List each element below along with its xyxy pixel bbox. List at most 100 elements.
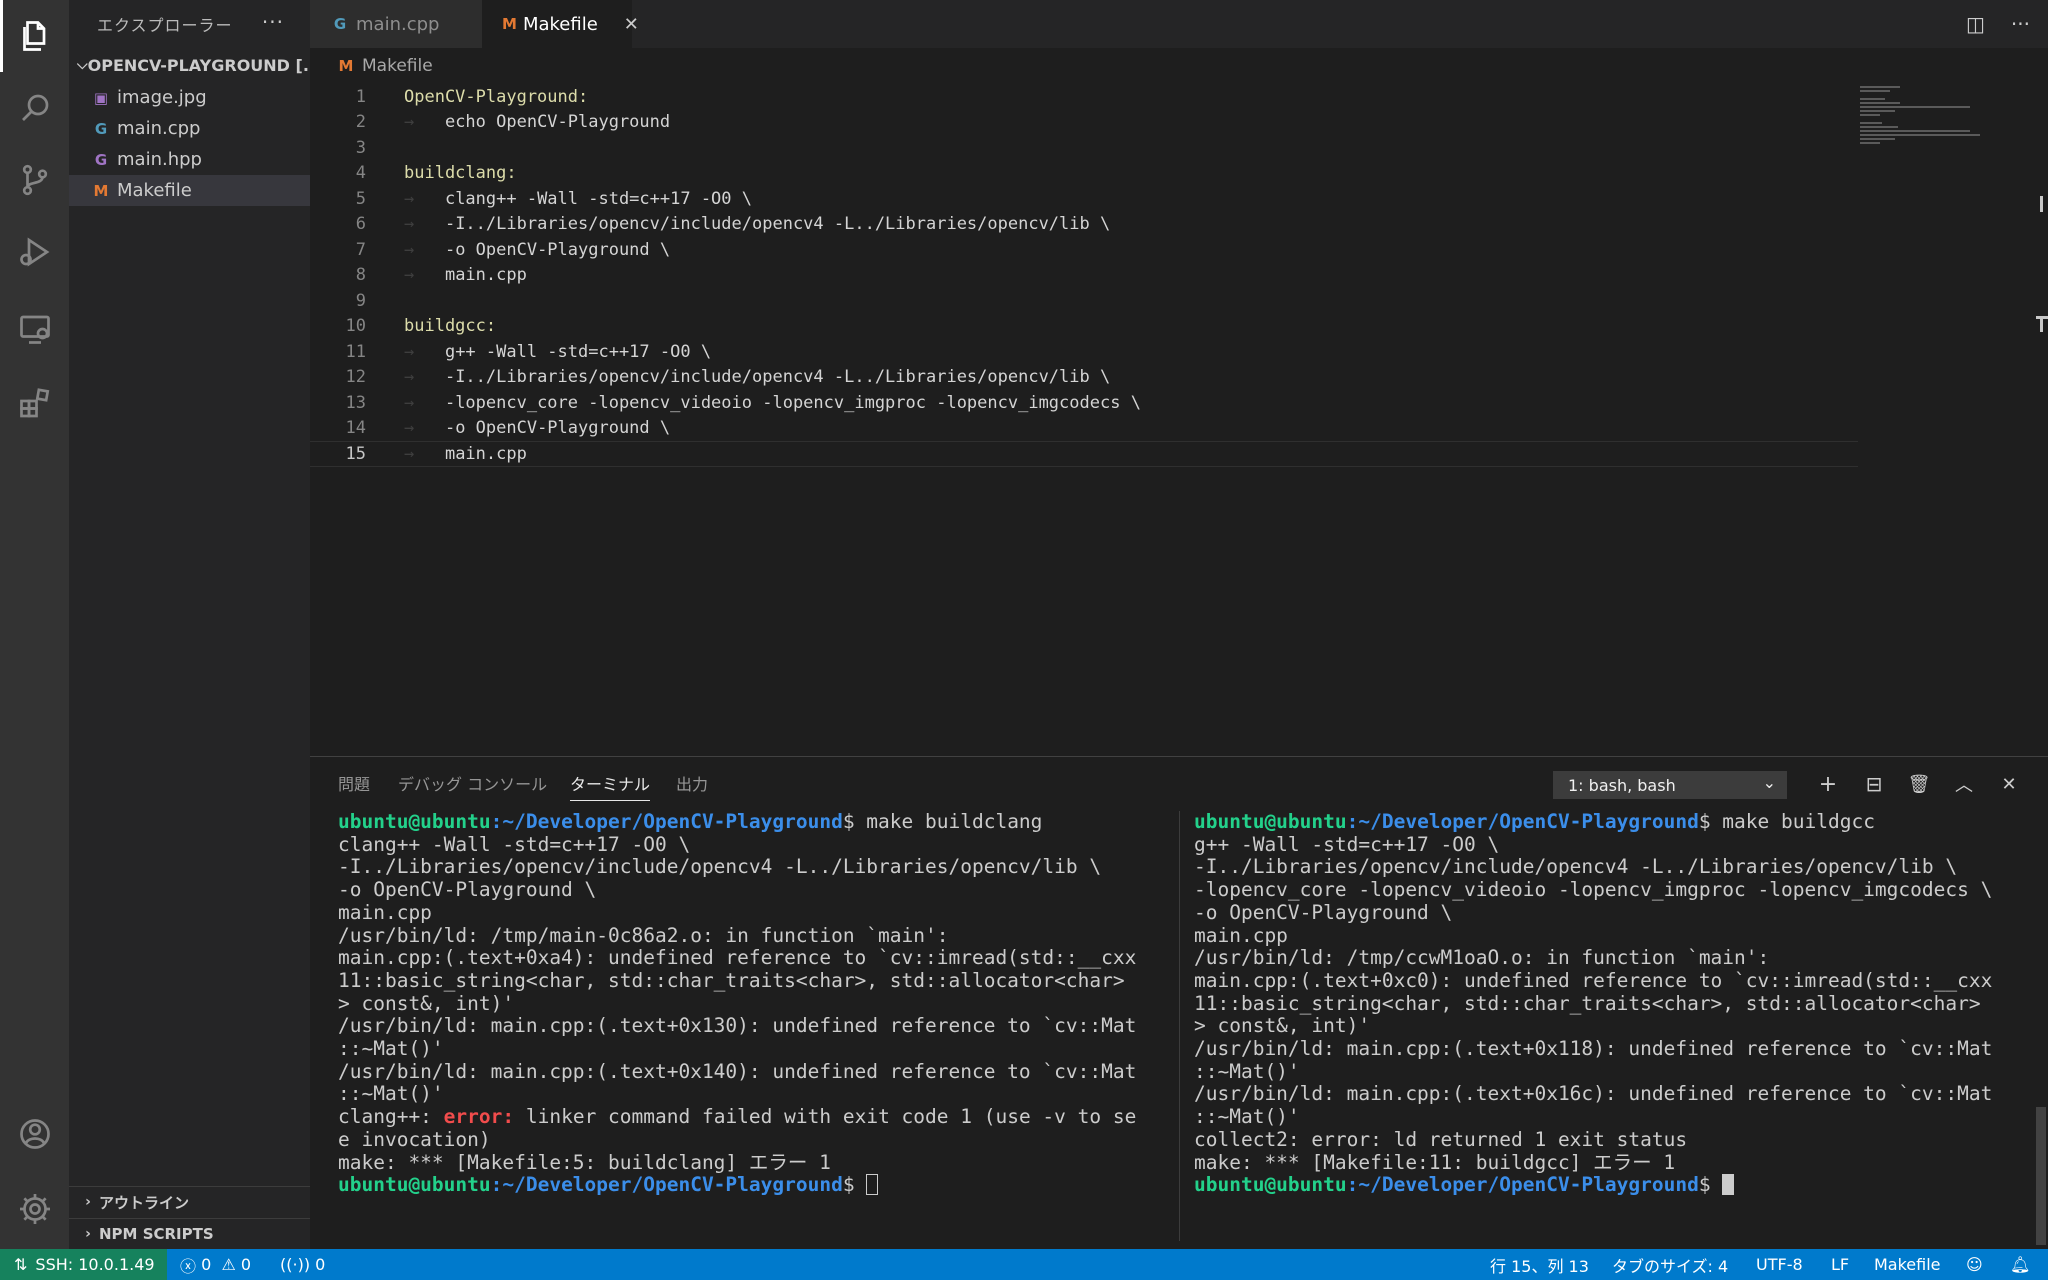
code-line[interactable]: 11 → g++ -Wall -std=c++17 -O0 \ (310, 339, 1858, 365)
error-prefix: clang++: (338, 1105, 444, 1129)
search-icon[interactable] (0, 72, 69, 144)
feedback-icon[interactable]: ☺ (1966, 1249, 1983, 1280)
code-line[interactable]: 6 → -I../Libraries/opencv/include/opencv4… (310, 212, 1858, 238)
cursor-position[interactable]: 行 15、列 13 (1490, 1249, 1589, 1280)
maximize-panel-button[interactable]: ︿ (1949, 769, 1979, 799)
chevron-down-icon: ⌵ (77, 57, 88, 73)
make-error-line: make: *** [Makefile:5: buildclang] エラー 1 (338, 1150, 831, 1174)
npm-scripts-section[interactable]: › NPM SCRIPTS (69, 1218, 310, 1249)
code-line[interactable]: 13 → -lopencv_core -lopencv_videoio -lope… (310, 390, 1858, 416)
error-message-cont: e invocation) (338, 1127, 491, 1151)
more-actions-icon[interactable]: ··· (2011, 12, 2030, 36)
encoding-status[interactable]: UTF-8 (1756, 1249, 1803, 1280)
code-line[interactable]: 2 → echo OpenCV-Playground (310, 110, 1858, 136)
line-number: 7 (355, 239, 366, 260)
close-panel-button[interactable]: ✕ (1994, 769, 2024, 799)
code-line[interactable]: 9 (310, 288, 1858, 314)
terminal-select[interactable]: 1: bash, bash ⌄ (1553, 771, 1787, 799)
add-terminal-button[interactable]: + (1813, 769, 1843, 799)
ports-status[interactable]: ((·)) 0 (280, 1249, 325, 1280)
run-debug-icon[interactable] (0, 216, 69, 288)
accounts-icon[interactable] (0, 1098, 69, 1170)
code-line[interactable]: 14 → -o OpenCV-Playground \ (310, 416, 1858, 442)
tab-debug-console[interactable]: デバッグ コンソール (398, 757, 547, 809)
eol-status[interactable]: LF (1831, 1249, 1849, 1280)
bottom-panel: 問題 デバッグ コンソール ターミナル 出力 1: bash, bash ⌄ +… (310, 756, 2048, 1249)
tab-makefile[interactable]: M Makefile ✕ (482, 0, 639, 48)
terminal-select-value: 1: bash, bash (1568, 775, 1676, 795)
remote-icon: ⇅ (14, 1255, 28, 1274)
line-number: 13 (345, 392, 366, 413)
more-actions-icon[interactable]: ··· (262, 10, 284, 34)
explorer-icon[interactable] (0, 0, 69, 72)
split-terminal-button[interactable]: ⊟ (1859, 769, 1889, 799)
remote-explorer-icon[interactable] (0, 293, 69, 365)
tab-terminal[interactable]: ターミナル (570, 757, 651, 809)
gear-icon[interactable] (0, 1173, 69, 1245)
code-line[interactable]: 4 buildclang: (310, 161, 1858, 187)
tab-problems[interactable]: 問題 (338, 757, 370, 809)
terminal-right[interactable]: ubuntu@ubuntu:~/Developer/OpenCV-Playgro… (1194, 811, 2030, 1241)
cpp-file-icon: G (94, 119, 108, 138)
editor-scrollbar[interactable] (2034, 84, 2048, 756)
warning-icon: ⚠ (221, 1255, 236, 1274)
extensions-icon[interactable] (0, 368, 69, 440)
source-control-icon[interactable] (0, 144, 69, 216)
code-text: → -o OpenCV-Playground \ (404, 239, 671, 260)
prompt-user: ubuntu@ubuntu (338, 1173, 491, 1197)
chevron-right-icon: › (85, 1194, 91, 1210)
problems-status[interactable]: ⓧ 0 ⚠ 0 (180, 1249, 251, 1280)
file-item-image[interactable]: ▣ image.jpg (69, 82, 310, 113)
minimap[interactable] (1860, 84, 2040, 144)
prompt-path: :~/Developer/OpenCV-Playground (1346, 1173, 1699, 1197)
code-line[interactable]: 15 → main.cpp (310, 441, 1858, 467)
code-editor[interactable]: 1 OpenCV-Playground: 2 → echo OpenCV-Playgr… (310, 84, 2048, 756)
terminal-left[interactable]: ubuntu@ubuntu:~/Developer/OpenCV-Playgro… (338, 811, 1176, 1241)
remote-indicator[interactable]: ⇅ SSH: 10.0.1.49 (0, 1249, 167, 1280)
makefile-icon: M (502, 15, 517, 33)
code-line[interactable]: 1 OpenCV-Playground: (310, 84, 1858, 110)
error-message: linker command failed with exit code 1 (… (514, 1105, 1137, 1129)
line-number: 15 (345, 443, 366, 464)
makefile-icon: M (338, 57, 354, 75)
tab-size-status[interactable]: タブのサイズ: 4 (1612, 1249, 1728, 1280)
makefile-icon: M (93, 181, 109, 200)
split-editor-icon[interactable]: ◫ (1966, 12, 1985, 36)
code-line[interactable]: 7 → -o OpenCV-Playground \ (310, 237, 1858, 263)
terminal-split-divider[interactable] (1179, 811, 1180, 1241)
code-line[interactable]: 12 → -I../Libraries/opencv/include/opencv… (310, 365, 1858, 391)
editor-tab-bar: G main.cpp M Makefile ✕ ◫ ··· (310, 0, 2048, 48)
code-line[interactable]: 5 → clang++ -Wall -std=c++17 -O0 \ (310, 186, 1858, 212)
terminal-scrollbar[interactable] (2036, 1107, 2046, 1245)
code-text: → -I../Libraries/opencv/include/opencv4 … (404, 214, 1111, 235)
code-line[interactable]: 8 → main.cpp (310, 263, 1858, 289)
terminal-output: clang++ -Wall -std=c++17 -O0 \ -I../Libr… (338, 832, 1137, 1106)
kill-terminal-button[interactable]: 🗑 (1904, 769, 1934, 799)
file-item-makefile[interactable]: M Makefile (69, 175, 310, 206)
line-number: 5 (355, 188, 366, 209)
line-number: 9 (355, 290, 366, 311)
npm-scripts-label: NPM SCRIPTS (99, 1225, 214, 1243)
explorer-header: エクスプローラー ··· (69, 0, 310, 48)
file-item-main-cpp[interactable]: G main.cpp (69, 113, 310, 144)
tab-main-cpp[interactable]: G main.cpp (310, 0, 482, 48)
code-text: → -o OpenCV-Playground \ (404, 418, 671, 439)
code-line[interactable]: 10 buildgcc: (310, 314, 1858, 340)
breadcrumb-item[interactable]: Makefile (362, 56, 433, 76)
code-line[interactable]: 3 (310, 135, 1858, 161)
line-number: 12 (345, 367, 366, 388)
file-item-main-hpp[interactable]: G main.hpp (69, 144, 310, 175)
file-label: image.jpg (117, 87, 207, 108)
language-mode[interactable]: Makefile (1874, 1249, 1941, 1280)
close-icon[interactable]: ✕ (624, 14, 639, 35)
hpp-file-icon: G (94, 150, 108, 169)
notifications-icon[interactable]: 🔔︎ (2010, 1249, 2030, 1280)
outline-section[interactable]: › アウトライン (69, 1186, 310, 1217)
tab-output[interactable]: 出力 (676, 757, 708, 809)
code-text: buildclang: (404, 163, 517, 184)
command: $ make buildgcc (1698, 811, 1875, 833)
code-text: → g++ -Wall -std=c++17 -O0 \ (404, 341, 712, 362)
workspace-folder[interactable]: ⌵ OPENCV-PLAYGROUND [... (69, 48, 310, 82)
code-text: → main.cpp (404, 265, 527, 286)
prompt-end: $ (1698, 1173, 1723, 1197)
